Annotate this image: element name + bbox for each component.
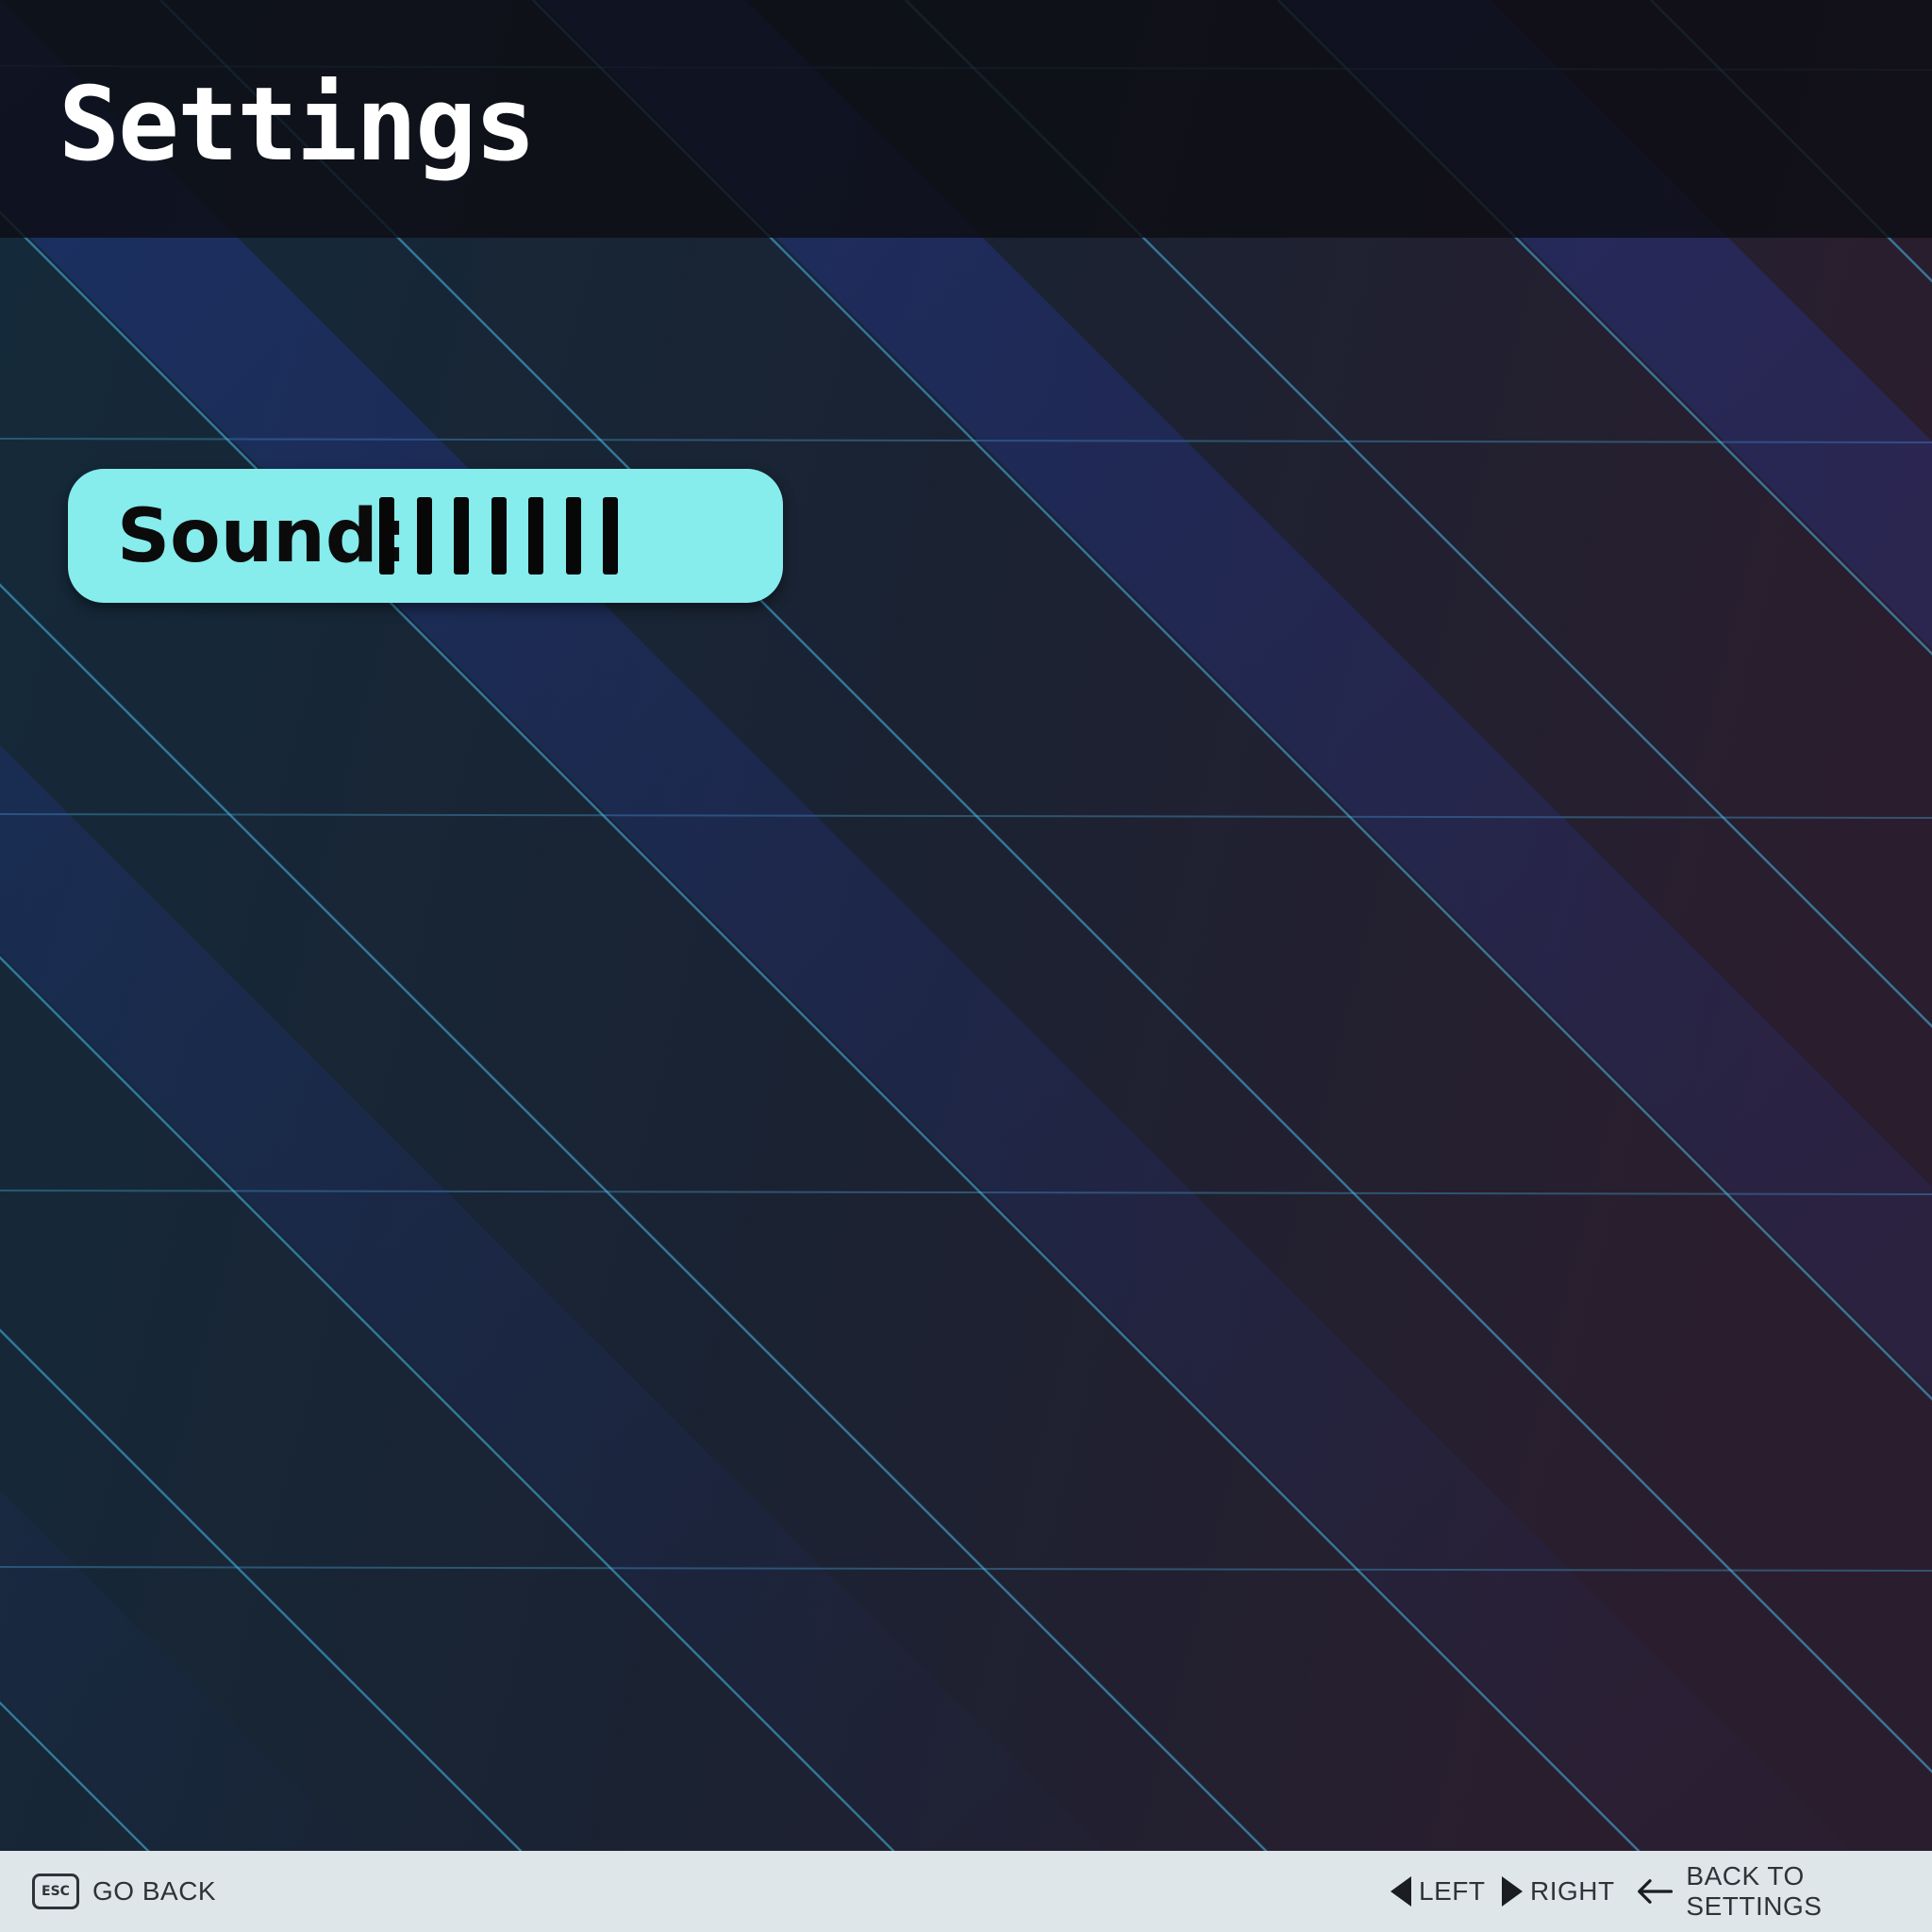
esc-key-icon: ESC	[32, 1874, 79, 1909]
right-hint[interactable]: RIGHT	[1500, 1851, 1615, 1932]
volume-bar	[454, 497, 469, 575]
header-bar: Settings	[0, 0, 1932, 238]
volume-bar	[491, 497, 507, 575]
left-hint[interactable]: LEFT	[1389, 1851, 1485, 1932]
background-pattern	[0, 0, 1932, 1932]
left-label: LEFT	[1419, 1876, 1486, 1906]
volume-bar	[416, 497, 432, 575]
triangle-left-icon	[1391, 1876, 1411, 1907]
sound-setting-row[interactable]: Sound:	[68, 469, 783, 603]
footer-hint-bar: ESC GO BACK LEFT RIGHT BACK TO SETTINGS	[0, 1851, 1932, 1932]
volume-bar	[379, 497, 394, 575]
volume-bar	[603, 497, 618, 575]
right-label: RIGHT	[1530, 1876, 1615, 1906]
triangle-right-icon	[1502, 1876, 1523, 1907]
arrow-left-icon	[1638, 1879, 1674, 1904]
back-to-settings-hint[interactable]: BACK TO SETTINGS	[1636, 1851, 1932, 1932]
sound-label: Sound:	[117, 494, 408, 579]
go-back-hint[interactable]: ESC GO BACK	[32, 1851, 216, 1932]
page-title: Settings	[58, 66, 536, 184]
volume-bar	[528, 497, 543, 575]
go-back-label: GO BACK	[92, 1876, 217, 1906]
back-to-settings-label: BACK TO SETTINGS	[1686, 1861, 1823, 1921]
volume-bar	[565, 497, 581, 575]
settings-screen: Settings Sound: ESC GO BACK LEFT RIGHT B…	[0, 0, 1932, 1932]
